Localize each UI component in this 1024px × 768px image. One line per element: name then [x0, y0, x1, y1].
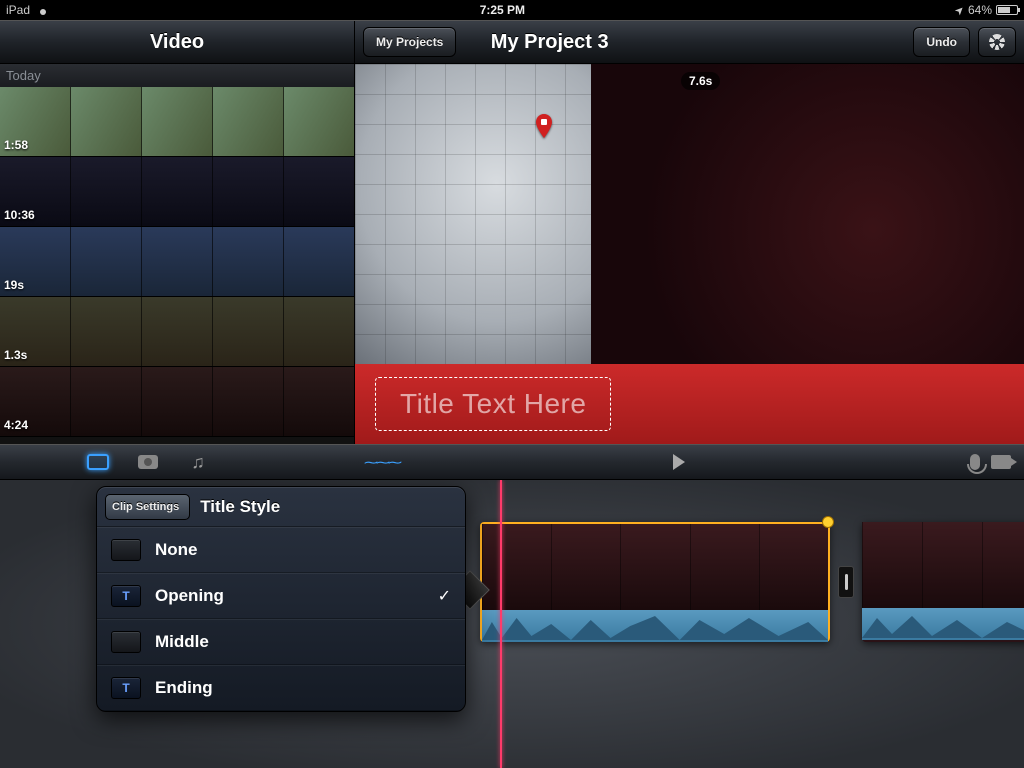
timeline-clip[interactable]: [862, 522, 1024, 642]
playhead-time-badge: 7.6s: [681, 72, 720, 90]
camera-icon: [138, 455, 158, 469]
status-time: 7:25 PM: [50, 3, 955, 17]
record-video-button[interactable]: [988, 452, 1014, 472]
battery-percent: 64%: [968, 3, 992, 17]
clip-duration: 10:36: [4, 208, 35, 222]
play-button[interactable]: [666, 452, 692, 472]
title-text-input[interactable]: Title Text Here: [375, 377, 611, 431]
clip-duration: 19s: [4, 278, 24, 292]
media-section-label: Today: [0, 64, 354, 87]
location-icon: ➤: [952, 2, 968, 18]
playhead[interactable]: [500, 480, 502, 768]
toolbar: ♫ ⁓⁓⁓: [0, 444, 1024, 480]
preview-video: [591, 64, 1024, 364]
clip-settings-back-button[interactable]: Clip Settings: [105, 494, 190, 520]
audio-tab[interactable]: ♫: [185, 452, 211, 472]
map-globe: [355, 64, 591, 364]
selection-handle[interactable]: [822, 516, 834, 528]
clip-audio-waveform: [862, 608, 1024, 640]
video-panel-title: Video: [150, 31, 204, 54]
media-clip-row[interactable]: 4:24: [0, 367, 354, 437]
option-label: Ending: [155, 678, 451, 698]
wifi-icon: [36, 5, 50, 15]
video-tab[interactable]: [85, 452, 111, 472]
settings-button[interactable]: [978, 27, 1016, 57]
option-label: Opening: [155, 586, 424, 606]
screen-icon: [87, 454, 109, 470]
status-bar: iPad 7:25 PM ➤ 64%: [0, 0, 1024, 20]
timeline[interactable]: Clip Settings Title Style None T Opening…: [0, 480, 1024, 768]
top-nav: Video My Projects My Project 3 Undo: [0, 20, 1024, 64]
clip-duration: 1:58: [4, 138, 28, 152]
play-icon: [673, 454, 685, 470]
title-style-none[interactable]: None: [97, 527, 465, 573]
option-label: Middle: [155, 632, 451, 652]
photos-tab[interactable]: [135, 452, 161, 472]
style-swatch-icon: [111, 631, 141, 653]
media-browser: Today 1:58 10:36 19s 1.3s 4:24: [0, 64, 355, 444]
style-swatch-icon: T: [111, 585, 141, 607]
my-projects-button[interactable]: My Projects: [363, 27, 456, 57]
microphone-icon: [970, 454, 980, 470]
timeline-clip-selected[interactable]: [480, 522, 830, 642]
main-area: Today 1:58 10:36 19s 1.3s 4:24: [0, 64, 1024, 444]
media-clip-row[interactable]: 19s: [0, 227, 354, 297]
media-clip-row[interactable]: 10:36: [0, 157, 354, 227]
title-style-ending[interactable]: T Ending: [97, 665, 465, 711]
undo-button[interactable]: Undo: [913, 27, 970, 57]
map-pin-icon: [535, 114, 553, 138]
media-clip-row[interactable]: 1:58: [0, 87, 354, 157]
gear-icon: [989, 34, 1005, 50]
clip-duration: 4:24: [4, 418, 28, 432]
music-icon: ♫: [191, 452, 205, 473]
battery-icon: [996, 5, 1018, 15]
title-band: Title Text Here: [355, 364, 1024, 444]
title-style-popover: Clip Settings Title Style None T Opening…: [96, 486, 466, 712]
project-title: My Project 3: [491, 31, 609, 54]
style-swatch-icon: [111, 539, 141, 561]
waveform-toggle[interactable]: ⁓⁓⁓: [369, 452, 395, 472]
title-style-middle[interactable]: Middle: [97, 619, 465, 665]
clip-audio-waveform: [482, 610, 828, 642]
option-label: None: [155, 540, 451, 560]
video-camera-icon: [991, 455, 1011, 469]
popover-title: Title Style: [200, 497, 280, 517]
title-style-opening[interactable]: T Opening ✓: [97, 573, 465, 619]
preview-panel: 7.6s Title Text Here: [355, 64, 1024, 444]
style-swatch-icon: T: [111, 677, 141, 699]
media-clip-row[interactable]: 1.3s: [0, 297, 354, 367]
record-voiceover-button[interactable]: [962, 452, 988, 472]
clip-duration: 1.3s: [4, 348, 27, 362]
device-label: iPad: [6, 3, 30, 17]
checkmark-icon: ✓: [438, 586, 451, 606]
clip-trim-handle[interactable]: [838, 566, 854, 598]
